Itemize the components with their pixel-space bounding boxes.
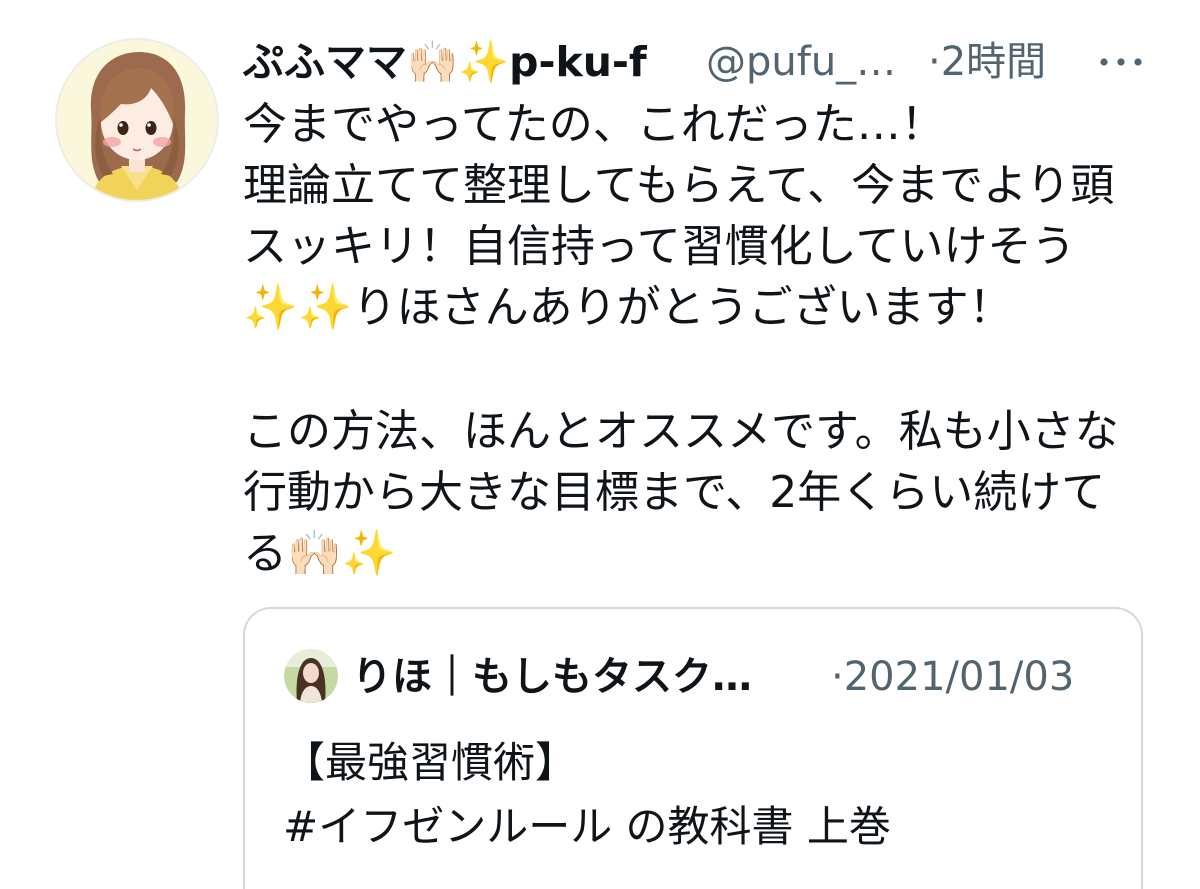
- quoted-tweet-date: ·2021/01/03: [831, 652, 1136, 702]
- tweet-text-line: 行動から大きな目標まで、2年くらい続けて: [243, 467, 1106, 518]
- tweet-text-line: る🙌🏻✨: [243, 528, 397, 579]
- quoted-author-avatar: [284, 649, 338, 703]
- tweet-timestamp[interactable]: ·2時間: [928, 36, 1078, 88]
- tweet-view: ぷふママ🙌🏻✨p-ku-f @pufu_… ·2時間 今までやってたの、これだっ…: [0, 0, 1200, 889]
- quoted-date-value: 2021/01/03: [843, 654, 1075, 700]
- more-horizontal-icon[interactable]: [1094, 48, 1150, 76]
- tweet-text-line: スッキリ！自信持って習慣化していけそう: [243, 221, 1076, 272]
- tweet-text-paragraph: この方法、ほんとオススメです。私も小さな 行動から大きな目標まで、2年くらい続け…: [243, 401, 1193, 584]
- quoted-text-line: #イフゼンルール の教科書 上巻: [283, 802, 891, 851]
- tweet-text-line: 理論立てて整理してもらえて、今までより頭: [243, 160, 1115, 211]
- author-handle[interactable]: @pufu_…: [706, 36, 921, 88]
- tweet-text-line: 今までやってたの、これだった…！: [243, 99, 945, 150]
- quoted-text-line: 【最強習慣術】: [283, 738, 578, 787]
- author-display-name[interactable]: ぷふママ🙌🏻✨p-ku-f: [243, 36, 698, 88]
- tweet-text-paragraph: 今までやってたの、これだった…！ 理論立てて整理してもらえて、今までより頭 スッ…: [243, 94, 1193, 338]
- tweet-text-line: ✨✨りほさんありがとうございます！: [243, 282, 1013, 333]
- quoted-tweet-text: 【最強習慣術】 #イフゼンルール の教科書 上巻: [283, 731, 1133, 859]
- quoted-author-name: りほ｜もしもタスク…: [352, 654, 752, 700]
- dot-separator: ·: [928, 39, 941, 85]
- relative-time: 2時間: [940, 39, 1047, 85]
- avatar-illustration: [55, 38, 219, 202]
- dot-separator: ·: [831, 654, 844, 700]
- author-avatar[interactable]: [55, 38, 219, 202]
- tweet-text-line: この方法、ほんとオススメです。私も小さな: [243, 406, 1119, 457]
- quoted-tweet-card[interactable]: りほ｜もしもタスク… ·2021/01/03 【最強習慣術】 #イフゼンルール …: [243, 607, 1143, 889]
